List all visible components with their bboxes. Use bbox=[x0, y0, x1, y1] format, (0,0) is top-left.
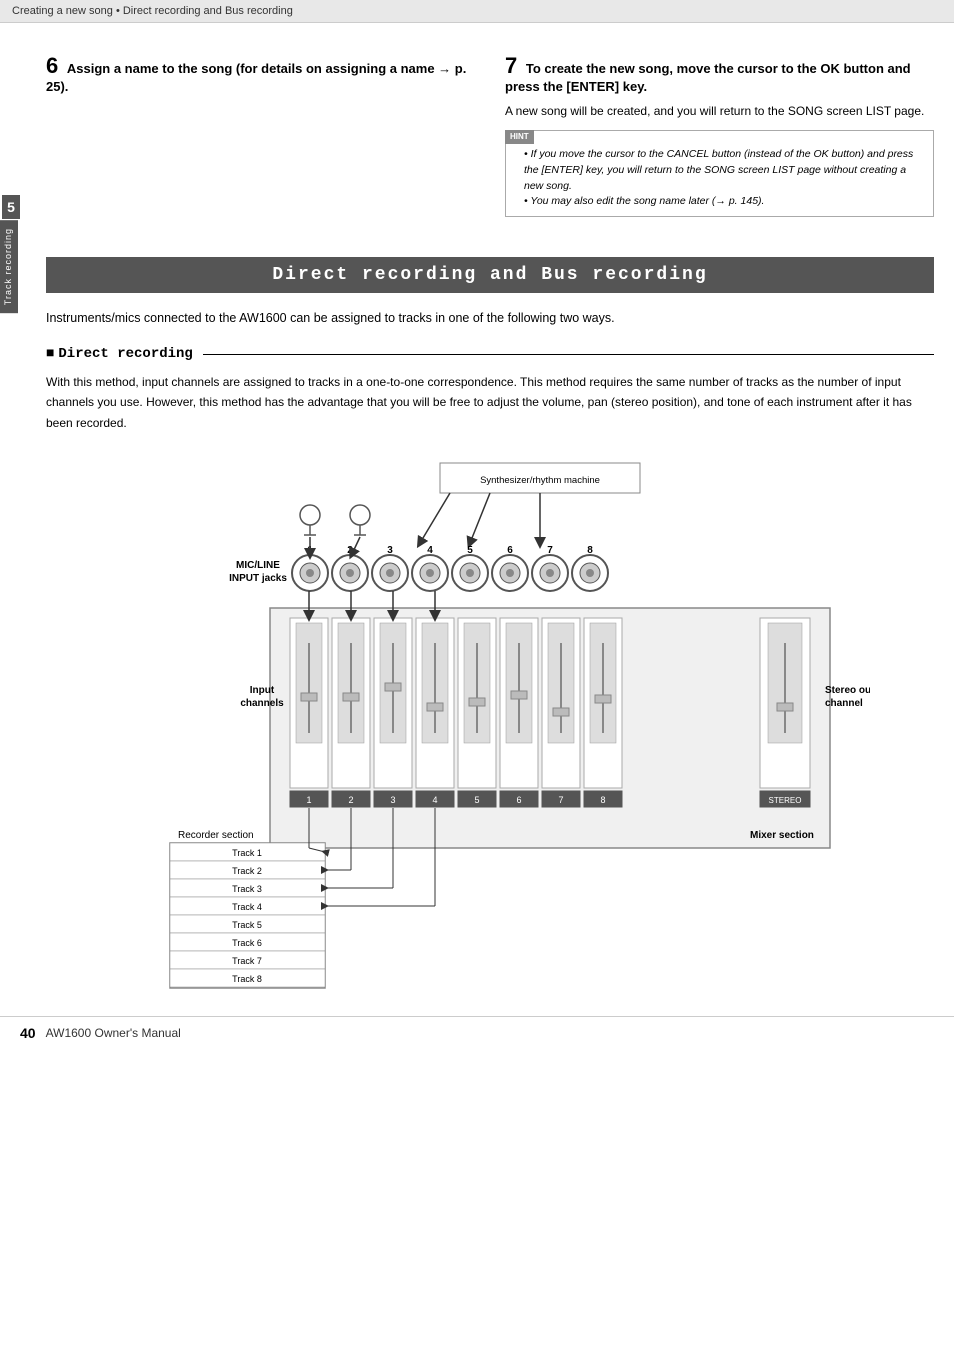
hint-content: If you move the cursor to the CANCEL but… bbox=[516, 147, 923, 210]
mixer-section-label: Mixer section bbox=[750, 830, 814, 841]
track-4-label: Track 4 bbox=[232, 902, 262, 912]
step-7-title: To create the new song, move the cursor … bbox=[505, 61, 911, 94]
hint-item-2: You may also edit the song name later (→… bbox=[524, 194, 923, 210]
track-6-label: Track 6 bbox=[232, 938, 262, 948]
step-7: 7 To create the new song, move the curso… bbox=[505, 53, 934, 217]
track-5-label: Track 5 bbox=[232, 920, 262, 930]
header-bar: Creating a new song • Direct recording a… bbox=[0, 0, 954, 23]
hint-item-1: If you move the cursor to the CANCEL but… bbox=[524, 147, 923, 194]
step-6-title: Assign a name to the song (for details o… bbox=[46, 61, 466, 94]
step-6: 6 Assign a name to the song (for details… bbox=[46, 53, 475, 217]
hint-box: HINT If you move the cursor to the CANCE… bbox=[505, 130, 934, 217]
hint-label: HINT bbox=[505, 130, 534, 144]
recorder-section-label: Recorder section bbox=[178, 830, 254, 841]
track-7-label: Track 7 bbox=[232, 956, 262, 966]
subsection-body: With this method, input channels are ass… bbox=[46, 372, 934, 433]
svg-text:1: 1 bbox=[306, 795, 311, 805]
input-channels-label-1: Input bbox=[250, 685, 275, 696]
track-2-label: Track 2 bbox=[232, 866, 262, 876]
mic-line-label-2: INPUT jacks bbox=[229, 573, 287, 584]
intro-text: Instruments/mics connected to the AW1600… bbox=[46, 308, 934, 328]
input-channels-label-2: channels bbox=[240, 698, 284, 709]
svg-text:STEREO: STEREO bbox=[769, 796, 802, 805]
diagram-container: Synthesizer/rhythm machine bbox=[46, 453, 934, 996]
diagram-svg: Synthesizer/rhythm machine bbox=[110, 453, 870, 993]
synth-label: Synthesizer/rhythm machine bbox=[480, 475, 600, 486]
section-banner: Direct recording and Bus recording bbox=[46, 257, 934, 293]
track-8-label: Track 8 bbox=[232, 974, 262, 984]
subsection-heading: Direct recording bbox=[46, 346, 934, 362]
step-7-number: 7 bbox=[505, 53, 517, 78]
footer-title: AW1600 Owner's Manual bbox=[46, 1026, 181, 1040]
diagram-svg-wrapper: Synthesizer/rhythm machine bbox=[110, 453, 870, 996]
footer: 40 AW1600 Owner's Manual bbox=[0, 1016, 954, 1049]
step-6-number: 6 bbox=[46, 53, 58, 78]
svg-text:2: 2 bbox=[348, 795, 353, 805]
svg-text:7: 7 bbox=[558, 795, 563, 805]
mic-line-label-1: MIC/LINE bbox=[236, 560, 280, 571]
track-3-label: Track 3 bbox=[232, 884, 262, 894]
step-7-body: A new song will be created, and you will… bbox=[505, 102, 934, 120]
track-1-label: Track 1 bbox=[232, 848, 262, 858]
svg-text:8: 8 bbox=[600, 795, 605, 805]
steps-row: 6 Assign a name to the song (for details… bbox=[46, 23, 934, 237]
stereo-output-label-1: Stereo output bbox=[825, 685, 870, 696]
header-text: Creating a new song • Direct recording a… bbox=[12, 5, 293, 17]
svg-text:5: 5 bbox=[474, 795, 479, 805]
hint-list: If you move the cursor to the CANCEL but… bbox=[516, 147, 923, 210]
stereo-output-label-2: channel bbox=[825, 698, 863, 709]
footer-page-number: 40 bbox=[20, 1025, 36, 1041]
svg-text:6: 6 bbox=[516, 795, 521, 805]
side-tab: Track recording bbox=[0, 220, 18, 313]
chapter-number: 5 bbox=[2, 195, 20, 219]
svg-text:3: 3 bbox=[390, 795, 395, 805]
svg-text:4: 4 bbox=[432, 795, 437, 805]
